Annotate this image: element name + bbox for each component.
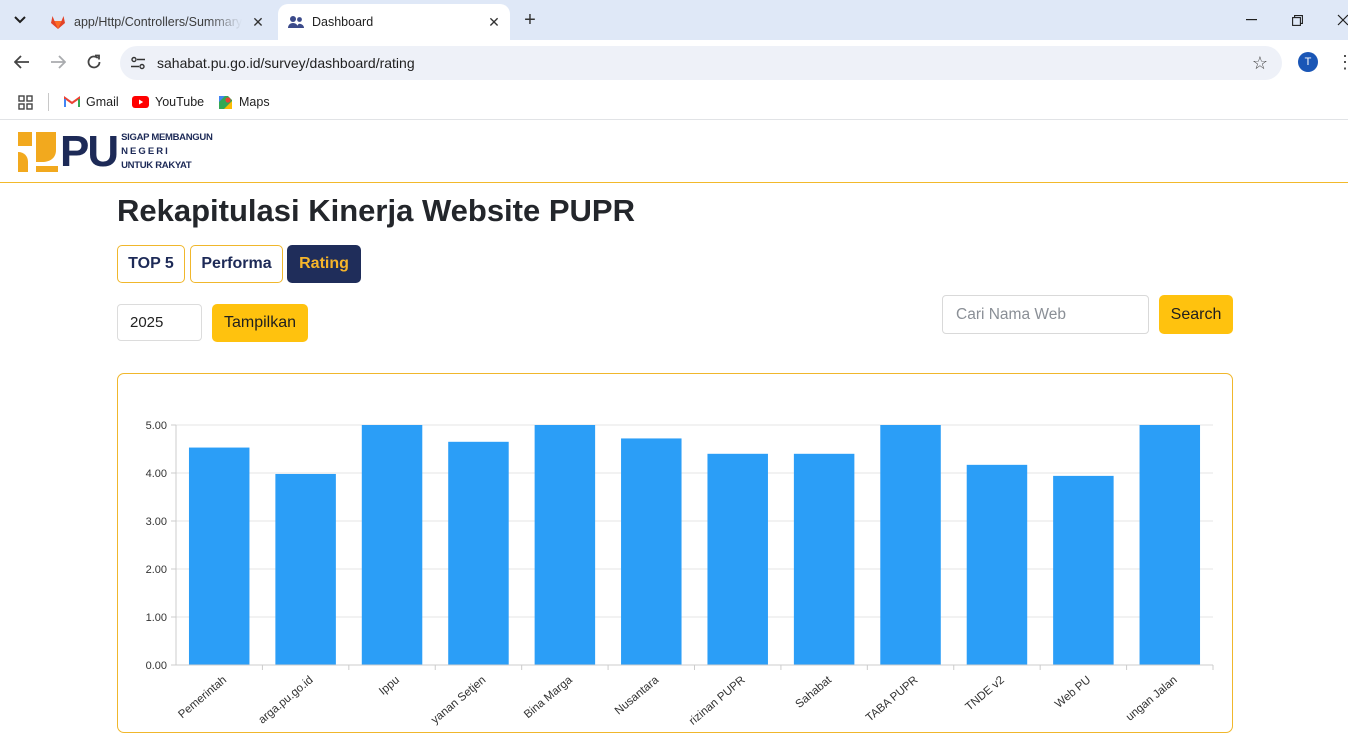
back-icon[interactable] bbox=[8, 48, 36, 76]
maps-icon bbox=[218, 95, 233, 110]
bar bbox=[880, 425, 941, 665]
bookmark-star-icon[interactable]: ☆ bbox=[1252, 53, 1268, 74]
year-field[interactable]: 2025 bbox=[117, 304, 202, 341]
tab-title: Dashboard bbox=[312, 15, 374, 29]
minimize-icon[interactable] bbox=[1228, 0, 1274, 40]
bar bbox=[793, 453, 855, 665]
rating-bar-chart: 0.001.002.003.004.005.00Pemerintah arga.p… bbox=[146, 420, 1214, 728]
close-tab-icon[interactable]: ✕ bbox=[484, 12, 504, 32]
tagline-line: UNTUK RAKYAT bbox=[121, 160, 192, 171]
profile-avatar[interactable]: T bbox=[1298, 52, 1318, 72]
y-tick-label: 1.00 bbox=[146, 612, 167, 624]
rating-chart-card: 0.00 1.00 2.00 3.00 4.00 5.00 Pemerintah arga.p… bbox=[117, 373, 1233, 733]
close-window-icon[interactable] bbox=[1320, 0, 1348, 40]
bar bbox=[534, 425, 596, 665]
bar bbox=[707, 453, 768, 665]
bookmark-label: Gmail bbox=[86, 95, 119, 109]
bookmark-youtube[interactable]: YouTube bbox=[132, 92, 204, 112]
gmail-icon bbox=[64, 96, 80, 108]
browser-tab-bar: app/Http/Controllers/Summary ✕ Dashboard… bbox=[0, 0, 1348, 40]
bar bbox=[1053, 475, 1114, 665]
bar bbox=[275, 473, 336, 665]
search-button[interactable]: Search bbox=[1159, 295, 1233, 334]
site-header: PU SIGAP MEMBANGUN N E G E R I UNTUK RAK… bbox=[0, 121, 1348, 183]
x-tick-label: TABA PUPR bbox=[864, 674, 921, 724]
tampilkan-button[interactable]: Tampilkan bbox=[212, 304, 308, 342]
bookmark-maps[interactable]: Maps bbox=[218, 92, 270, 112]
bar bbox=[966, 464, 1028, 665]
y-tick-label: 3.00 bbox=[146, 516, 167, 528]
bookmarks-bar: Gmail YouTube Maps bbox=[0, 84, 1348, 120]
tab-performa[interactable]: Performa bbox=[190, 245, 283, 283]
x-tick-label: TNDE v2 bbox=[963, 674, 1006, 713]
bar bbox=[361, 425, 423, 665]
x-tick-label: Sahabat bbox=[794, 674, 835, 711]
url-text: sahabat.pu.go.id/survey/dashboard/rating bbox=[157, 55, 415, 71]
tagline-line: N E G E R I bbox=[121, 146, 168, 157]
browser-tab-active[interactable]: Dashboard ✕ bbox=[278, 4, 510, 40]
logo-text: PU bbox=[60, 127, 119, 176]
site-info-icon[interactable] bbox=[128, 56, 148, 70]
bar bbox=[188, 447, 250, 665]
forward-icon[interactable] bbox=[44, 48, 72, 76]
browser-tab-inactive[interactable]: app/Http/Controllers/Summary ✕ bbox=[40, 4, 274, 40]
tagline-line: SIGAP MEMBANGUN bbox=[121, 132, 213, 143]
search-input[interactable]: Cari Nama Web bbox=[942, 295, 1149, 334]
tab-rating[interactable]: Rating bbox=[287, 245, 361, 283]
bar bbox=[1139, 425, 1201, 665]
bar bbox=[621, 438, 682, 665]
x-tick-label: rizinan PUPR bbox=[687, 674, 748, 728]
close-tab-icon[interactable]: ✕ bbox=[248, 12, 268, 32]
bookmark-label: YouTube bbox=[155, 95, 205, 109]
y-tick-label: 0.00 bbox=[146, 660, 167, 672]
youtube-icon bbox=[132, 96, 149, 108]
pupr-emblem-icon bbox=[18, 132, 58, 172]
x-tick-label: Web PU bbox=[1053, 674, 1093, 711]
tab-search-chevron-icon[interactable] bbox=[6, 6, 34, 34]
tab-title: app/Http/Controllers/Summary bbox=[74, 15, 242, 29]
y-tick-label: 2.00 bbox=[146, 564, 167, 576]
apps-grid-icon[interactable] bbox=[18, 92, 33, 112]
x-tick-label: ungan Jalan bbox=[1124, 674, 1180, 723]
x-tick-label: Nusantara bbox=[613, 674, 662, 718]
tab-top5[interactable]: TOP 5 bbox=[117, 245, 185, 283]
browser-menu-icon[interactable]: ⋮ bbox=[1336, 52, 1348, 72]
page-title: Rekapitulasi Kinerja Website PUPR bbox=[117, 193, 635, 228]
logo-tagline: SIGAP MEMBANGUN N E G E R I UNTUK RAKYAT bbox=[121, 131, 213, 173]
restore-icon[interactable] bbox=[1274, 0, 1320, 40]
gitlab-icon bbox=[50, 14, 66, 30]
bookmarks-divider bbox=[48, 93, 49, 111]
bookmark-label: Maps bbox=[239, 95, 270, 109]
new-tab-icon[interactable]: + bbox=[518, 8, 542, 32]
reload-icon[interactable] bbox=[80, 48, 108, 76]
x-tick-label: Pemerintah bbox=[176, 674, 229, 721]
x-tick-label: Ippu bbox=[377, 674, 402, 698]
x-tick-label: Bina Marga bbox=[522, 674, 575, 721]
browser-toolbar: sahabat.pu.go.id/survey/dashboard/rating… bbox=[0, 40, 1348, 84]
pupr-logo[interactable]: PU SIGAP MEMBANGUN N E G E R I UNTUK RAK… bbox=[18, 127, 213, 176]
bar bbox=[448, 441, 509, 665]
users-icon bbox=[288, 14, 304, 30]
y-tick-label: 4.00 bbox=[146, 468, 167, 480]
y-tick-label: 5.00 bbox=[146, 420, 167, 432]
address-bar[interactable]: sahabat.pu.go.id/survey/dashboard/rating… bbox=[120, 46, 1282, 80]
bookmark-gmail[interactable]: Gmail bbox=[64, 92, 119, 112]
